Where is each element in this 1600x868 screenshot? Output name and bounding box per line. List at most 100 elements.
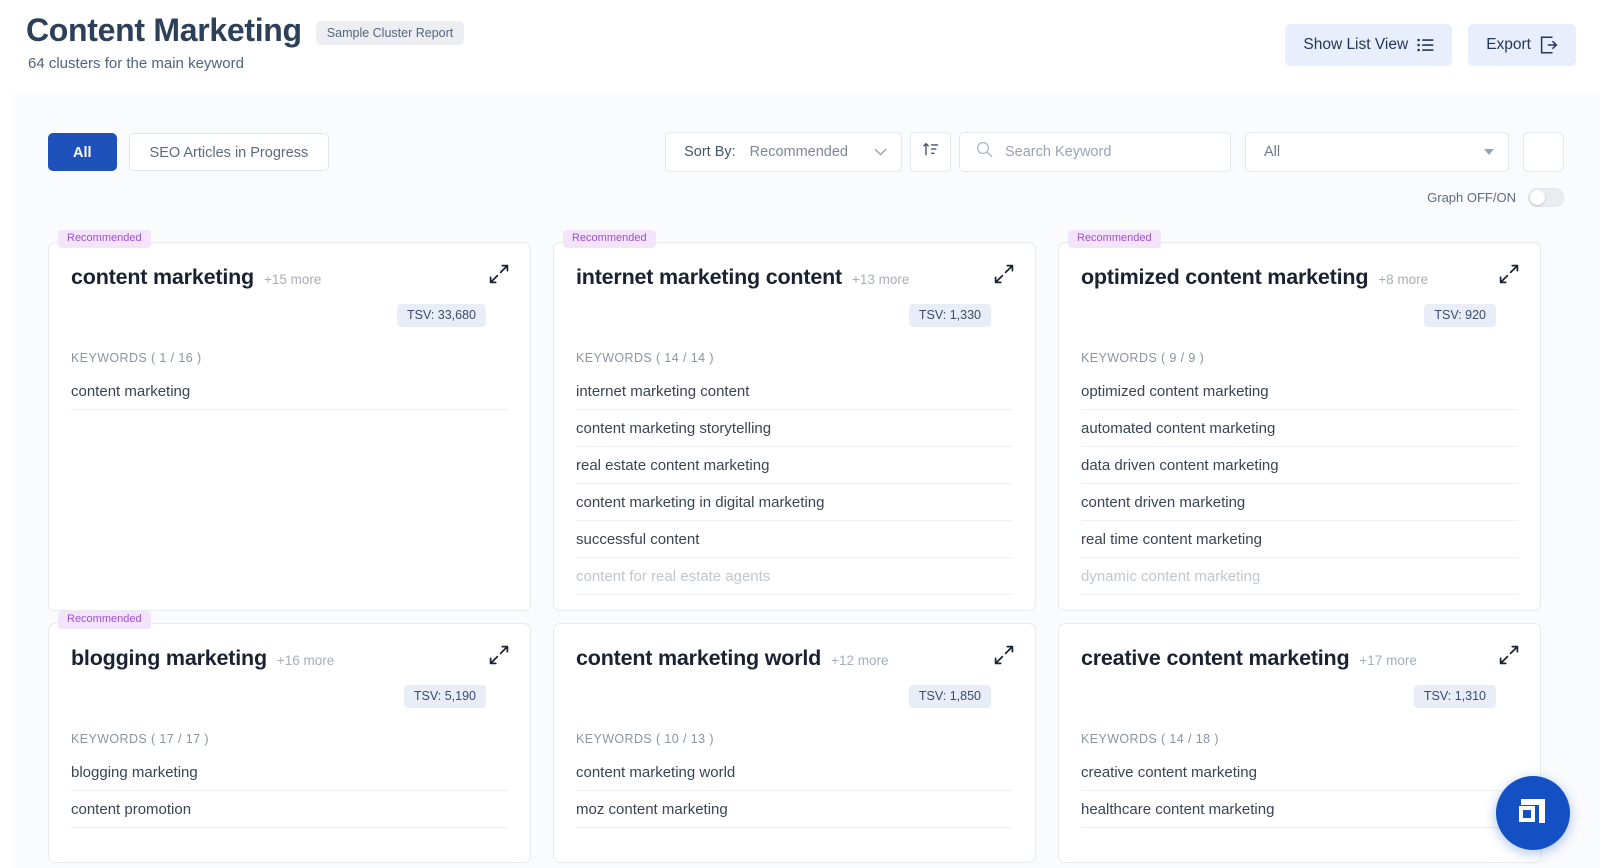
keyword-item[interactable]: successful content <box>576 521 1013 558</box>
expand-arrows-icon <box>994 645 1014 670</box>
card-header: optimized content marketing +8 more TSV:… <box>1059 243 1540 327</box>
tsv-badge: TSV: 1,850 <box>909 685 991 708</box>
recommended-badge: Recommended <box>1068 230 1161 248</box>
keywords-header: KEYWORDS ( 10 / 13 ) <box>576 732 1013 746</box>
help-chat-fab-button[interactable] <box>1496 776 1570 850</box>
sort-ascending-icon <box>922 141 939 163</box>
keywords-header: KEYWORDS ( 9 / 9 ) <box>1081 351 1518 365</box>
cluster-title: internet marketing content <box>576 265 842 290</box>
header-actions: Show List View Export <box>1285 24 1576 66</box>
tsv-row: TSV: 1,330 <box>576 290 1013 327</box>
funnel-filter-icon <box>1535 141 1552 163</box>
recommended-badge: Recommended <box>58 611 151 629</box>
expand-button[interactable] <box>993 265 1015 287</box>
cluster-card[interactable]: content marketing world +12 more TSV: 1,… <box>553 623 1036 863</box>
keyword-item[interactable]: content marketing storytelling <box>576 410 1013 447</box>
card-title-row: optimized content marketing +8 more <box>1081 265 1518 290</box>
graph-toggle-switch[interactable] <box>1528 188 1564 207</box>
keyword-item[interactable]: content driven marketing <box>1081 484 1518 521</box>
search-keyword-box[interactable] <box>959 132 1231 172</box>
keyword-item[interactable]: real estate content marketing <box>576 447 1013 484</box>
search-icon <box>976 141 993 163</box>
brand-logo-icon <box>1515 793 1551 834</box>
chevron-down-icon[interactable] <box>874 143 887 161</box>
cluster-title: optimized content marketing <box>1081 265 1368 290</box>
keyword-item[interactable]: moz content marketing <box>576 791 1013 828</box>
filter-button[interactable] <box>1523 132 1564 172</box>
keywords-header: KEYWORDS ( 14 / 14 ) <box>576 351 1013 365</box>
caret-down-icon <box>1484 149 1494 155</box>
expand-button[interactable] <box>488 265 510 287</box>
cluster-card-wrapper: Recommended optimized content marketing … <box>1058 230 1541 611</box>
keyword-item[interactable]: content marketing in digital marketing <box>576 484 1013 521</box>
tsv-badge: TSV: 920 <box>1424 304 1496 327</box>
keywords-section: KEYWORDS ( 17 / 17 ) blogging marketing … <box>49 708 530 828</box>
cluster-card-wrapper: creative content marketing +17 more TSV:… <box>1058 611 1541 863</box>
export-label: Export <box>1486 37 1531 53</box>
keywords-section: KEYWORDS ( 9 / 9 ) optimized content mar… <box>1059 327 1540 595</box>
recommended-badge: Recommended <box>58 230 151 248</box>
cluster-more-count: +8 more <box>1378 272 1428 287</box>
keyword-item[interactable]: data driven content marketing <box>1081 447 1518 484</box>
cluster-card-wrapper: Recommended internet marketing content +… <box>553 230 1036 611</box>
tsv-row: TSV: 1,310 <box>1081 671 1518 708</box>
keyword-item[interactable]: healthcare content marketing <box>1081 791 1518 828</box>
card-title-row: content marketing world +12 more <box>576 646 1013 671</box>
tsv-row: TSV: 33,680 <box>71 290 508 327</box>
keyword-item[interactable]: optimized content marketing <box>1081 373 1518 410</box>
cluster-card[interactable]: creative content marketing +17 more TSV:… <box>1058 623 1541 863</box>
recommended-badge: Recommended <box>563 230 656 248</box>
cluster-title: content marketing world <box>576 646 821 671</box>
cluster-more-count: +17 more <box>1359 653 1416 668</box>
show-list-view-label: Show List View <box>1303 37 1408 53</box>
cluster-card[interactable]: optimized content marketing +8 more TSV:… <box>1058 242 1541 611</box>
keyword-item[interactable]: real time content marketing <box>1081 521 1518 558</box>
keywords-list: internet marketing content content marke… <box>576 373 1013 595</box>
keyword-item[interactable]: blogging marketing <box>71 754 508 791</box>
filter-select[interactable]: All <box>1245 132 1509 172</box>
keyword-item[interactable]: creative content marketing <box>1081 754 1518 791</box>
expand-button[interactable] <box>1498 265 1520 287</box>
cluster-card-wrapper: Recommended blogging marketing +16 more <box>48 611 531 863</box>
keyword-item[interactable]: content for real estate agents <box>576 558 1013 595</box>
cluster-grid-row-2: Recommended blogging marketing +16 more <box>12 611 1600 863</box>
card-header: content marketing +15 more TSV: 33,680 <box>49 243 530 327</box>
keywords-list: content marketing world moz content mark… <box>576 754 1013 828</box>
cluster-card[interactable]: content marketing +15 more TSV: 33,680 <box>48 242 531 611</box>
card-header: internet marketing content +13 more TSV:… <box>554 243 1035 327</box>
sort-by-control[interactable]: Sort By: Recommended <box>665 132 902 172</box>
show-list-view-button[interactable]: Show List View <box>1285 24 1452 66</box>
card-title-row: content marketing +15 more <box>71 265 508 290</box>
keyword-item[interactable]: content marketing world <box>576 754 1013 791</box>
cluster-title: content marketing <box>71 265 254 290</box>
cluster-more-count: +13 more <box>852 272 909 287</box>
keyword-item[interactable]: dynamic content marketing <box>1081 558 1518 595</box>
tsv-badge: TSV: 1,330 <box>909 304 991 327</box>
expand-button[interactable] <box>993 646 1015 668</box>
keywords-header: KEYWORDS ( 17 / 17 ) <box>71 732 508 746</box>
tsv-badge: TSV: 5,190 <box>404 685 486 708</box>
expand-arrows-icon <box>489 264 509 289</box>
export-button[interactable]: Export <box>1468 24 1576 66</box>
expand-arrows-icon <box>1499 645 1519 670</box>
cluster-title: blogging marketing <box>71 646 267 671</box>
cluster-more-count: +16 more <box>277 653 334 668</box>
cluster-card[interactable]: internet marketing content +13 more TSV:… <box>553 242 1036 611</box>
keyword-item[interactable]: content marketing <box>71 373 508 410</box>
keyword-item[interactable]: content promotion <box>71 791 508 828</box>
search-input[interactable] <box>1005 144 1214 160</box>
keywords-section: KEYWORDS ( 10 / 13 ) content marketing w… <box>554 708 1035 828</box>
expand-button[interactable] <box>488 646 510 668</box>
keyword-item[interactable]: automated content marketing <box>1081 410 1518 447</box>
keywords-header: KEYWORDS ( 14 / 18 ) <box>1081 732 1518 746</box>
card-title-row: creative content marketing +17 more <box>1081 646 1518 671</box>
keyword-item[interactable]: internet marketing content <box>576 373 1013 410</box>
sample-report-pill: Sample Cluster Report <box>316 21 464 46</box>
sort-direction-button[interactable] <box>910 132 951 172</box>
cluster-card-wrapper: Recommended content marketing +15 more <box>48 230 531 611</box>
keywords-section: KEYWORDS ( 14 / 18 ) creative content ma… <box>1059 708 1540 828</box>
tab-all[interactable]: All <box>48 133 117 171</box>
cluster-card[interactable]: blogging marketing +16 more TSV: 5,190 <box>48 623 531 863</box>
tab-seo-articles-in-progress[interactable]: SEO Articles in Progress <box>129 133 330 171</box>
expand-button[interactable] <box>1498 646 1520 668</box>
